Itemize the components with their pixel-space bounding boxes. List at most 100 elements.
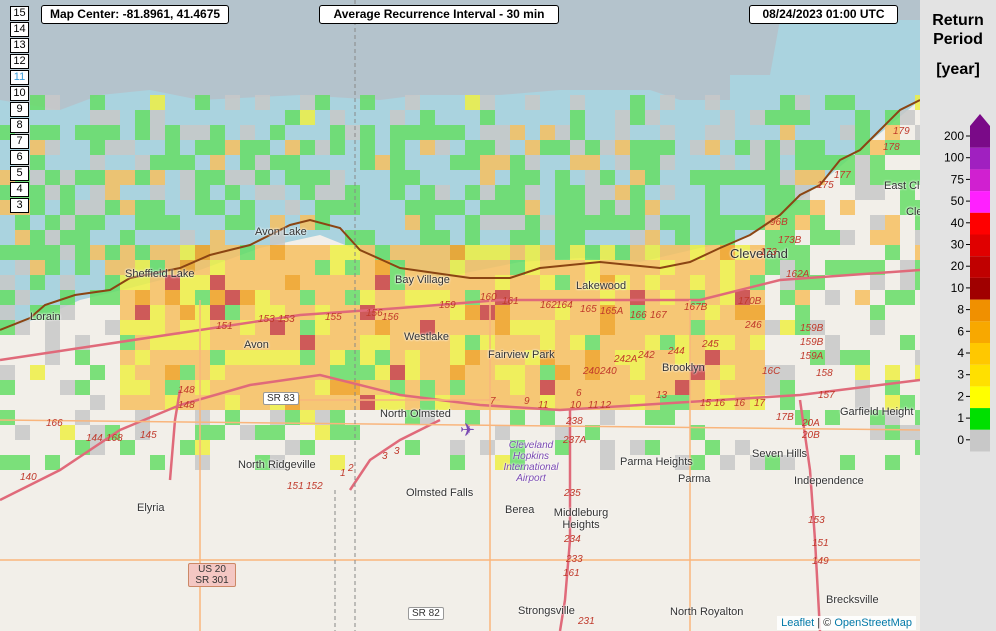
precip-cell (885, 425, 900, 440)
precip-cell (885, 215, 900, 230)
precip-cell (540, 335, 555, 350)
precip-cell (195, 95, 210, 110)
legend-swatch (970, 299, 990, 322)
precip-cell (45, 455, 60, 470)
precip-cell (510, 170, 525, 185)
precip-cell (360, 260, 375, 275)
precip-cell (225, 350, 240, 365)
precip-cell (705, 380, 720, 395)
precip-cell (900, 275, 915, 290)
precip-cell (15, 215, 30, 230)
precip-cell (0, 380, 15, 395)
precip-cell (645, 230, 660, 245)
precip-cell (150, 185, 165, 200)
precip-cell (510, 185, 525, 200)
precip-cell (90, 125, 105, 140)
precip-cell (705, 170, 720, 185)
precip-cell (555, 380, 570, 395)
zoom-level-13[interactable]: 13 (10, 38, 29, 53)
precip-cell (120, 380, 135, 395)
precip-cell (435, 140, 450, 155)
precip-cell (450, 365, 465, 380)
precip-cell (60, 170, 75, 185)
precip-cell (600, 380, 615, 395)
precip-cell (135, 215, 150, 230)
precip-cell (120, 320, 135, 335)
precip-cell (330, 260, 345, 275)
precip-cell (510, 335, 525, 350)
zoom-level-12[interactable]: 12 (10, 54, 29, 69)
precip-cell (345, 395, 360, 410)
precip-cell (705, 140, 720, 155)
precip-cell (150, 95, 165, 110)
map-center-readout: Map Center: -81.8961, 41.4675 (41, 5, 229, 24)
precip-cell (615, 185, 630, 200)
precip-cell (600, 440, 615, 455)
precip-cell (390, 365, 405, 380)
precip-cell (900, 110, 915, 125)
precip-cell (615, 335, 630, 350)
osm-link[interactable]: OpenStreetMap (834, 617, 912, 629)
precip-cell (555, 260, 570, 275)
precip-cell (30, 140, 45, 155)
precip-cell (450, 440, 465, 455)
precip-cell (705, 185, 720, 200)
precip-cell (315, 350, 330, 365)
precip-cell (495, 155, 510, 170)
zoom-level-10[interactable]: 10 (10, 86, 29, 101)
precip-cell (750, 350, 765, 365)
leaflet-link[interactable]: Leaflet (781, 617, 814, 629)
zoom-level-7[interactable]: 7 (10, 134, 29, 149)
precip-cell (510, 155, 525, 170)
zoom-level-5[interactable]: 5 (10, 166, 29, 181)
precip-cell (630, 260, 645, 275)
precip-cell (465, 335, 480, 350)
zoom-level-4[interactable]: 4 (10, 182, 29, 197)
precip-cell (45, 335, 60, 350)
precip-cell (465, 230, 480, 245)
precip-cell (855, 185, 870, 200)
label-seven-hills: Seven Hills (752, 448, 808, 460)
precip-cell (465, 95, 480, 110)
precip-cell (645, 440, 660, 455)
precip-cell (210, 125, 225, 140)
precip-cell (315, 380, 330, 395)
precip-cell (135, 170, 150, 185)
precip-cell (480, 335, 495, 350)
precip-cell (630, 245, 645, 260)
precip-cell (315, 245, 330, 260)
precip-cell (465, 320, 480, 335)
precip-cell (0, 305, 15, 320)
precip-cell (105, 125, 120, 140)
precip-cell (210, 200, 225, 215)
precip-cell (720, 155, 735, 170)
map-viewport[interactable]: Avon Lake Sheffield Lake Lorain Bay Vill… (0, 0, 920, 631)
precip-cell (270, 290, 285, 305)
zoom-level-3[interactable]: 3 (10, 198, 29, 213)
zoom-level-6[interactable]: 6 (10, 150, 29, 165)
zoom-level-11[interactable]: 11 (10, 70, 29, 85)
precip-cell (240, 260, 255, 275)
precip-cell (585, 425, 600, 440)
zoom-level-9[interactable]: 9 (10, 102, 29, 117)
precip-cell (435, 245, 450, 260)
precip-cell (540, 380, 555, 395)
zoom-level-15[interactable]: 15 (10, 6, 29, 21)
zoom-level-8[interactable]: 8 (10, 118, 29, 133)
legend-tick-label: 8 (957, 303, 964, 317)
precip-cell (750, 305, 765, 320)
zoom-level-control[interactable]: 15 14 13 12 11 10 9 8 7 6 5 4 3 (10, 6, 29, 214)
zoom-level-14[interactable]: 14 (10, 22, 29, 37)
precip-cell (285, 260, 300, 275)
precip-cell (285, 170, 300, 185)
precip-cell (180, 170, 195, 185)
precip-cell (525, 200, 540, 215)
precip-cell (615, 140, 630, 155)
precip-cell (465, 380, 480, 395)
map-canvas[interactable] (0, 0, 920, 631)
precip-cell (330, 410, 345, 425)
precip-cell (195, 260, 210, 275)
precip-cell (180, 440, 195, 455)
precip-cell (225, 335, 240, 350)
precip-cell (120, 395, 135, 410)
